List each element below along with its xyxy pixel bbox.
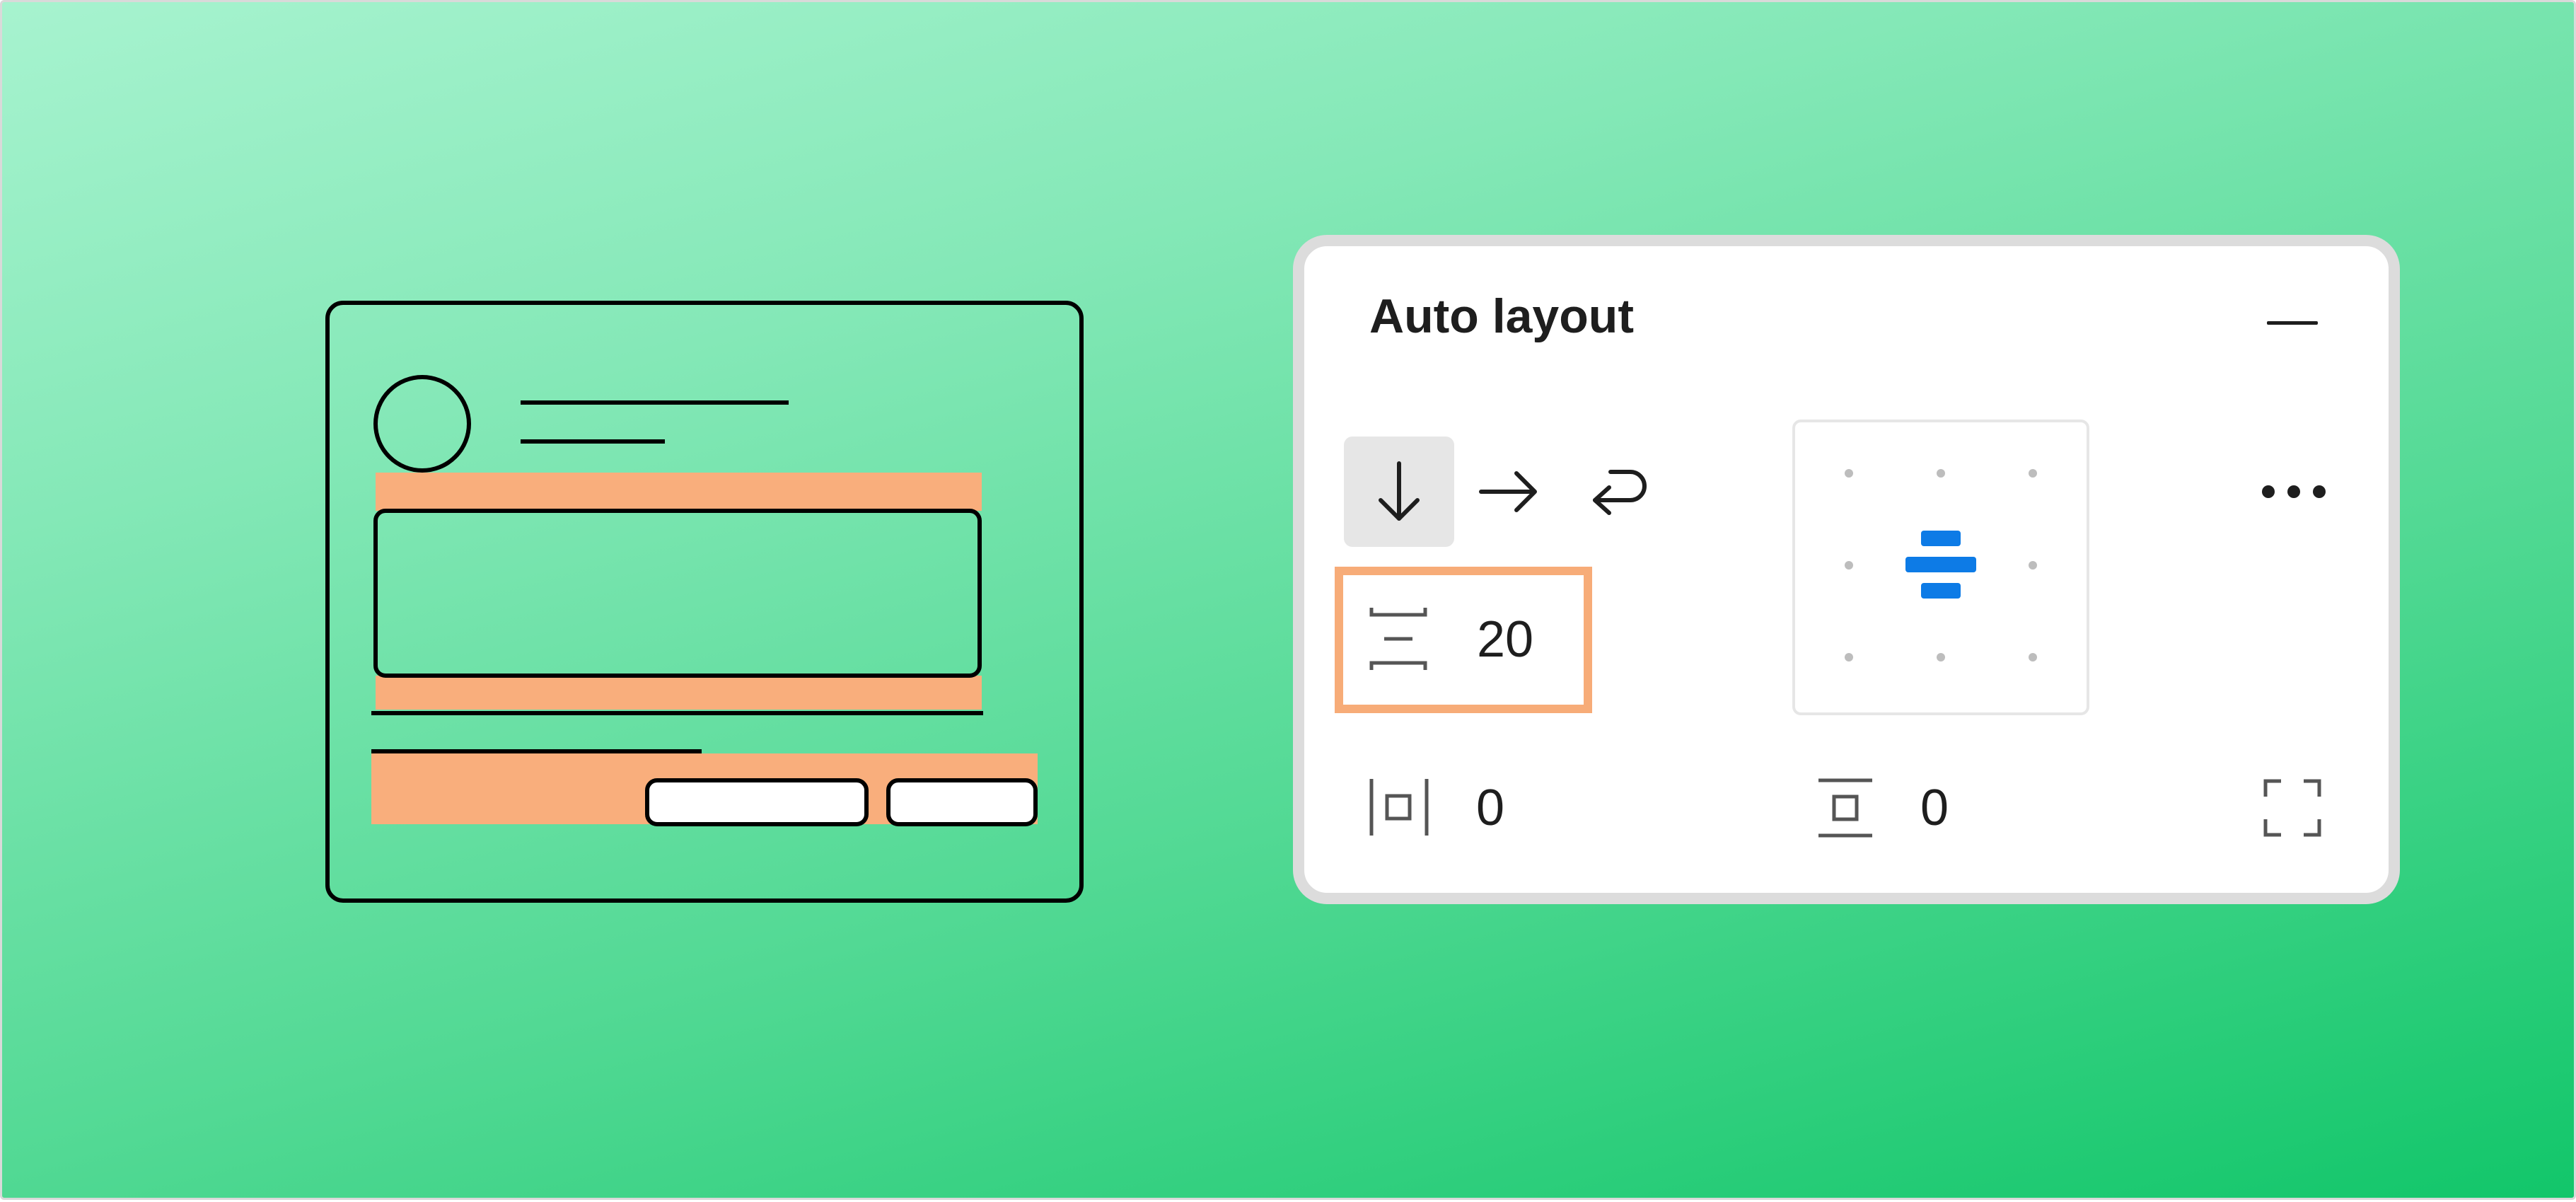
wireframe-content-box: [373, 509, 982, 678]
alignment-grid[interactable]: [1792, 420, 2089, 715]
direction-vertical-button[interactable]: [1344, 437, 1454, 547]
arrow-down-icon: [1379, 461, 1420, 521]
wireframe-card: [325, 301, 1084, 903]
direction-wrap-button[interactable]: [1563, 437, 1673, 547]
highlight-band-top: [376, 473, 982, 511]
more-options-button[interactable]: [2248, 462, 2340, 521]
wireframe-button-secondary: [886, 778, 1038, 826]
horizontal-padding-icon: [1369, 779, 1429, 836]
highlight-band-middle: [376, 676, 982, 710]
horizontal-padding-input[interactable]: 0: [1476, 782, 1504, 833]
more-horizontal-icon: [2262, 485, 2326, 498]
independent-padding-icon[interactable]: [2263, 778, 2322, 838]
direction-horizontal-button[interactable]: [1453, 437, 1563, 547]
remove-auto-layout-button[interactable]: [2256, 309, 2329, 337]
gap-value-input[interactable]: 20: [1477, 614, 1533, 665]
background-canvas: Auto layout 20 0 0: [0, 0, 2576, 1200]
alignment-dots: [1845, 469, 2037, 661]
vertical-padding-icon: [1818, 778, 1872, 838]
align-center-icon: [1905, 531, 1976, 599]
panel-title: Auto layout: [1369, 289, 1634, 343]
vertical-padding-input[interactable]: 0: [1920, 782, 1949, 833]
vertical-gap-icon: [1369, 608, 1427, 670]
wireframe-avatar: [373, 375, 471, 473]
wrap-icon: [1593, 470, 1647, 515]
arrow-right-icon: [1479, 471, 1537, 512]
wireframe-button-primary: [645, 778, 869, 826]
